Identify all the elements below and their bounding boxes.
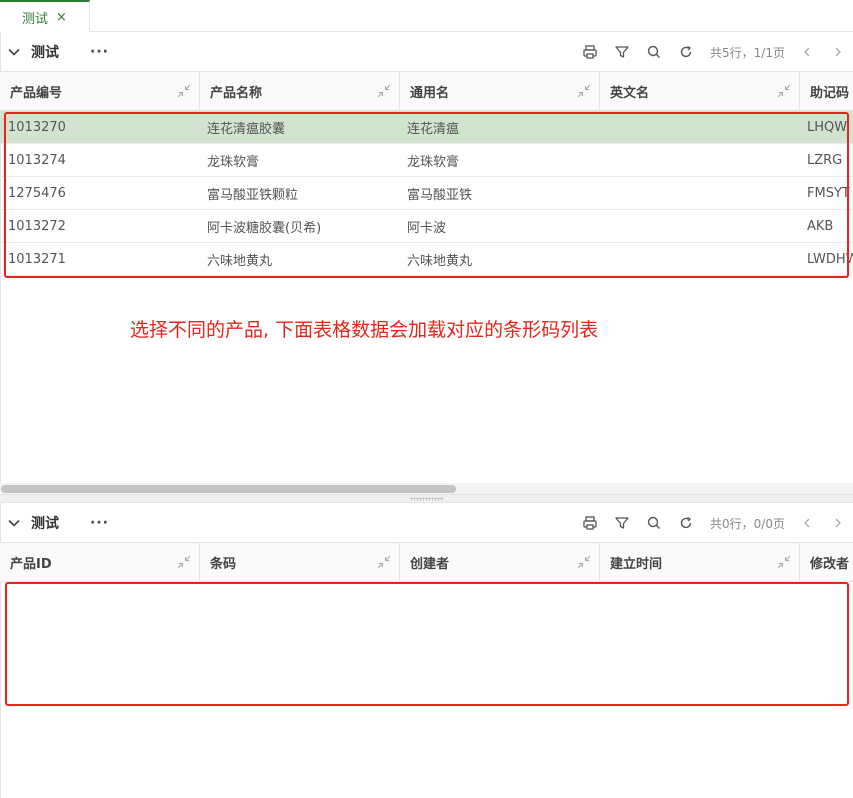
collapse-chevron-icon[interactable] xyxy=(7,45,21,59)
column-header[interactable]: 修改者 xyxy=(800,543,853,581)
table-row[interactable]: 1013270 连花清瘟胶囊 连花清瘟 LHQW xyxy=(0,111,853,144)
cell-english xyxy=(607,210,797,242)
shrink-column-icon[interactable] xyxy=(777,84,791,98)
cell-english xyxy=(607,144,797,176)
search-icon[interactable] xyxy=(646,44,662,60)
shrink-column-icon[interactable] xyxy=(177,84,191,98)
column-header-label: 修改者 xyxy=(810,556,850,572)
column-header[interactable]: 英文名 xyxy=(600,72,800,110)
search-icon[interactable] xyxy=(646,515,662,531)
cell-code: 1275476 xyxy=(8,185,66,201)
cell-name: 阿卡波糖胶囊(贝希) xyxy=(207,220,322,236)
panel-title: 测试 xyxy=(31,45,59,61)
refresh-icon[interactable] xyxy=(678,515,694,531)
column-header[interactable]: 通用名 xyxy=(400,72,600,110)
column-header[interactable]: 产品名称 xyxy=(200,72,400,110)
shrink-column-icon[interactable] xyxy=(577,555,591,569)
cell-mnemonic: LHQW xyxy=(807,119,848,135)
filter-icon[interactable] xyxy=(614,44,630,60)
cell-generic: 六味地黄丸 xyxy=(407,253,473,269)
close-icon[interactable]: × xyxy=(56,10,67,25)
cell-code: 1013274 xyxy=(8,152,66,168)
column-header-label: 产品ID xyxy=(10,556,52,572)
column-header-label: 建立时间 xyxy=(610,556,663,572)
cell-name: 龙珠软膏 xyxy=(207,154,260,170)
cell-code: 1013271 xyxy=(8,251,66,267)
column-header-label: 通用名 xyxy=(410,85,450,101)
column-header[interactable]: 建立时间 xyxy=(600,543,800,581)
cell-english xyxy=(607,111,797,143)
cell-name: 富马酸亚铁颗粒 xyxy=(207,187,299,203)
column-header-label: 条码 xyxy=(210,556,237,572)
cell-generic: 龙珠软膏 xyxy=(407,154,460,170)
column-header-label: 产品名称 xyxy=(210,85,263,101)
splitter-grip-icon[interactable] xyxy=(410,497,444,501)
product-grid: 产品编号 产品名称 通用名 英文名 助记码 1013270 连花清瘟胶囊 连花清… xyxy=(0,71,853,483)
product-grid-header: 产品编号 产品名称 通用名 英文名 助记码 xyxy=(0,71,853,111)
refresh-icon[interactable] xyxy=(678,44,694,60)
row-count-text: 共5行，1/1页 xyxy=(710,45,785,60)
top-panel-header: 测试 ··· 共5行，1/1页 xyxy=(0,33,853,71)
tab-bar: 测试 × xyxy=(0,0,853,32)
next-page-icon[interactable] xyxy=(832,517,844,529)
tab-label: 测试 xyxy=(22,11,49,27)
table-row[interactable]: 1013271 六味地黄丸 六味地黄丸 LWDHW xyxy=(0,243,853,276)
table-row[interactable]: 1013274 龙珠软膏 龙珠软膏 LZRG xyxy=(0,144,853,177)
horizontal-scrollbar[interactable] xyxy=(0,483,853,494)
prev-page-icon[interactable] xyxy=(801,517,813,529)
scrollbar-thumb[interactable] xyxy=(1,485,456,493)
filter-icon[interactable] xyxy=(614,515,630,531)
cell-code: 1013272 xyxy=(8,218,66,234)
panel-splitter[interactable] xyxy=(0,494,853,503)
cell-name: 连花清瘟胶囊 xyxy=(207,121,286,137)
bottom-panel-header: 测试 ··· 共0行，0/0页 xyxy=(0,504,853,542)
shrink-column-icon[interactable] xyxy=(777,555,791,569)
shrink-column-icon[interactable] xyxy=(177,555,191,569)
column-header[interactable]: 创建者 xyxy=(400,543,600,581)
cell-english xyxy=(607,243,797,275)
cell-name: 六味地黄丸 xyxy=(207,253,273,269)
prev-page-icon[interactable] xyxy=(801,46,813,58)
barcode-grid: 产品ID 条码 创建者 建立时间 修改者 xyxy=(0,542,853,798)
column-header[interactable]: 产品编号 xyxy=(0,72,200,110)
column-header[interactable]: 助记码 xyxy=(800,72,853,110)
column-header[interactable]: 产品ID xyxy=(0,543,200,581)
shrink-column-icon[interactable] xyxy=(377,84,391,98)
column-header[interactable]: 条码 xyxy=(200,543,400,581)
cell-mnemonic: LWDHW xyxy=(807,251,853,267)
more-menu-button[interactable]: ··· xyxy=(90,515,109,531)
cell-mnemonic: AKB xyxy=(807,218,834,234)
column-header-label: 产品编号 xyxy=(10,85,63,101)
print-icon[interactable] xyxy=(582,515,598,531)
collapse-chevron-icon[interactable] xyxy=(7,516,21,530)
more-menu-button[interactable]: ··· xyxy=(90,44,109,60)
cell-mnemonic: LZRG xyxy=(807,152,843,168)
barcode-grid-header: 产品ID 条码 创建者 建立时间 修改者 xyxy=(0,542,853,582)
row-count-text: 共0行，0/0页 xyxy=(710,516,785,531)
table-row[interactable]: 1275476 富马酸亚铁颗粒 富马酸亚铁 FMSYT xyxy=(0,177,853,210)
shrink-column-icon[interactable] xyxy=(377,555,391,569)
tab-test[interactable]: 测试 × xyxy=(0,0,90,32)
cell-english xyxy=(607,177,797,209)
cell-code: 1013270 xyxy=(8,119,66,135)
panel-title: 测试 xyxy=(31,516,59,532)
cell-generic: 连花清瘟 xyxy=(407,121,460,137)
cell-generic: 阿卡波 xyxy=(407,220,447,236)
column-header-label: 英文名 xyxy=(610,85,650,101)
print-icon[interactable] xyxy=(582,44,598,60)
column-header-label: 助记码 xyxy=(810,85,850,101)
cell-generic: 富马酸亚铁 xyxy=(407,187,473,203)
table-row[interactable]: 1013272 阿卡波糖胶囊(贝希) 阿卡波 AKB xyxy=(0,210,853,243)
next-page-icon[interactable] xyxy=(832,46,844,58)
cell-mnemonic: FMSYT xyxy=(807,185,850,201)
annotation-text: 选择不同的产品, 下面表格数据会加载对应的条形码列表 xyxy=(130,319,599,341)
shrink-column-icon[interactable] xyxy=(577,84,591,98)
column-header-label: 创建者 xyxy=(410,556,450,572)
